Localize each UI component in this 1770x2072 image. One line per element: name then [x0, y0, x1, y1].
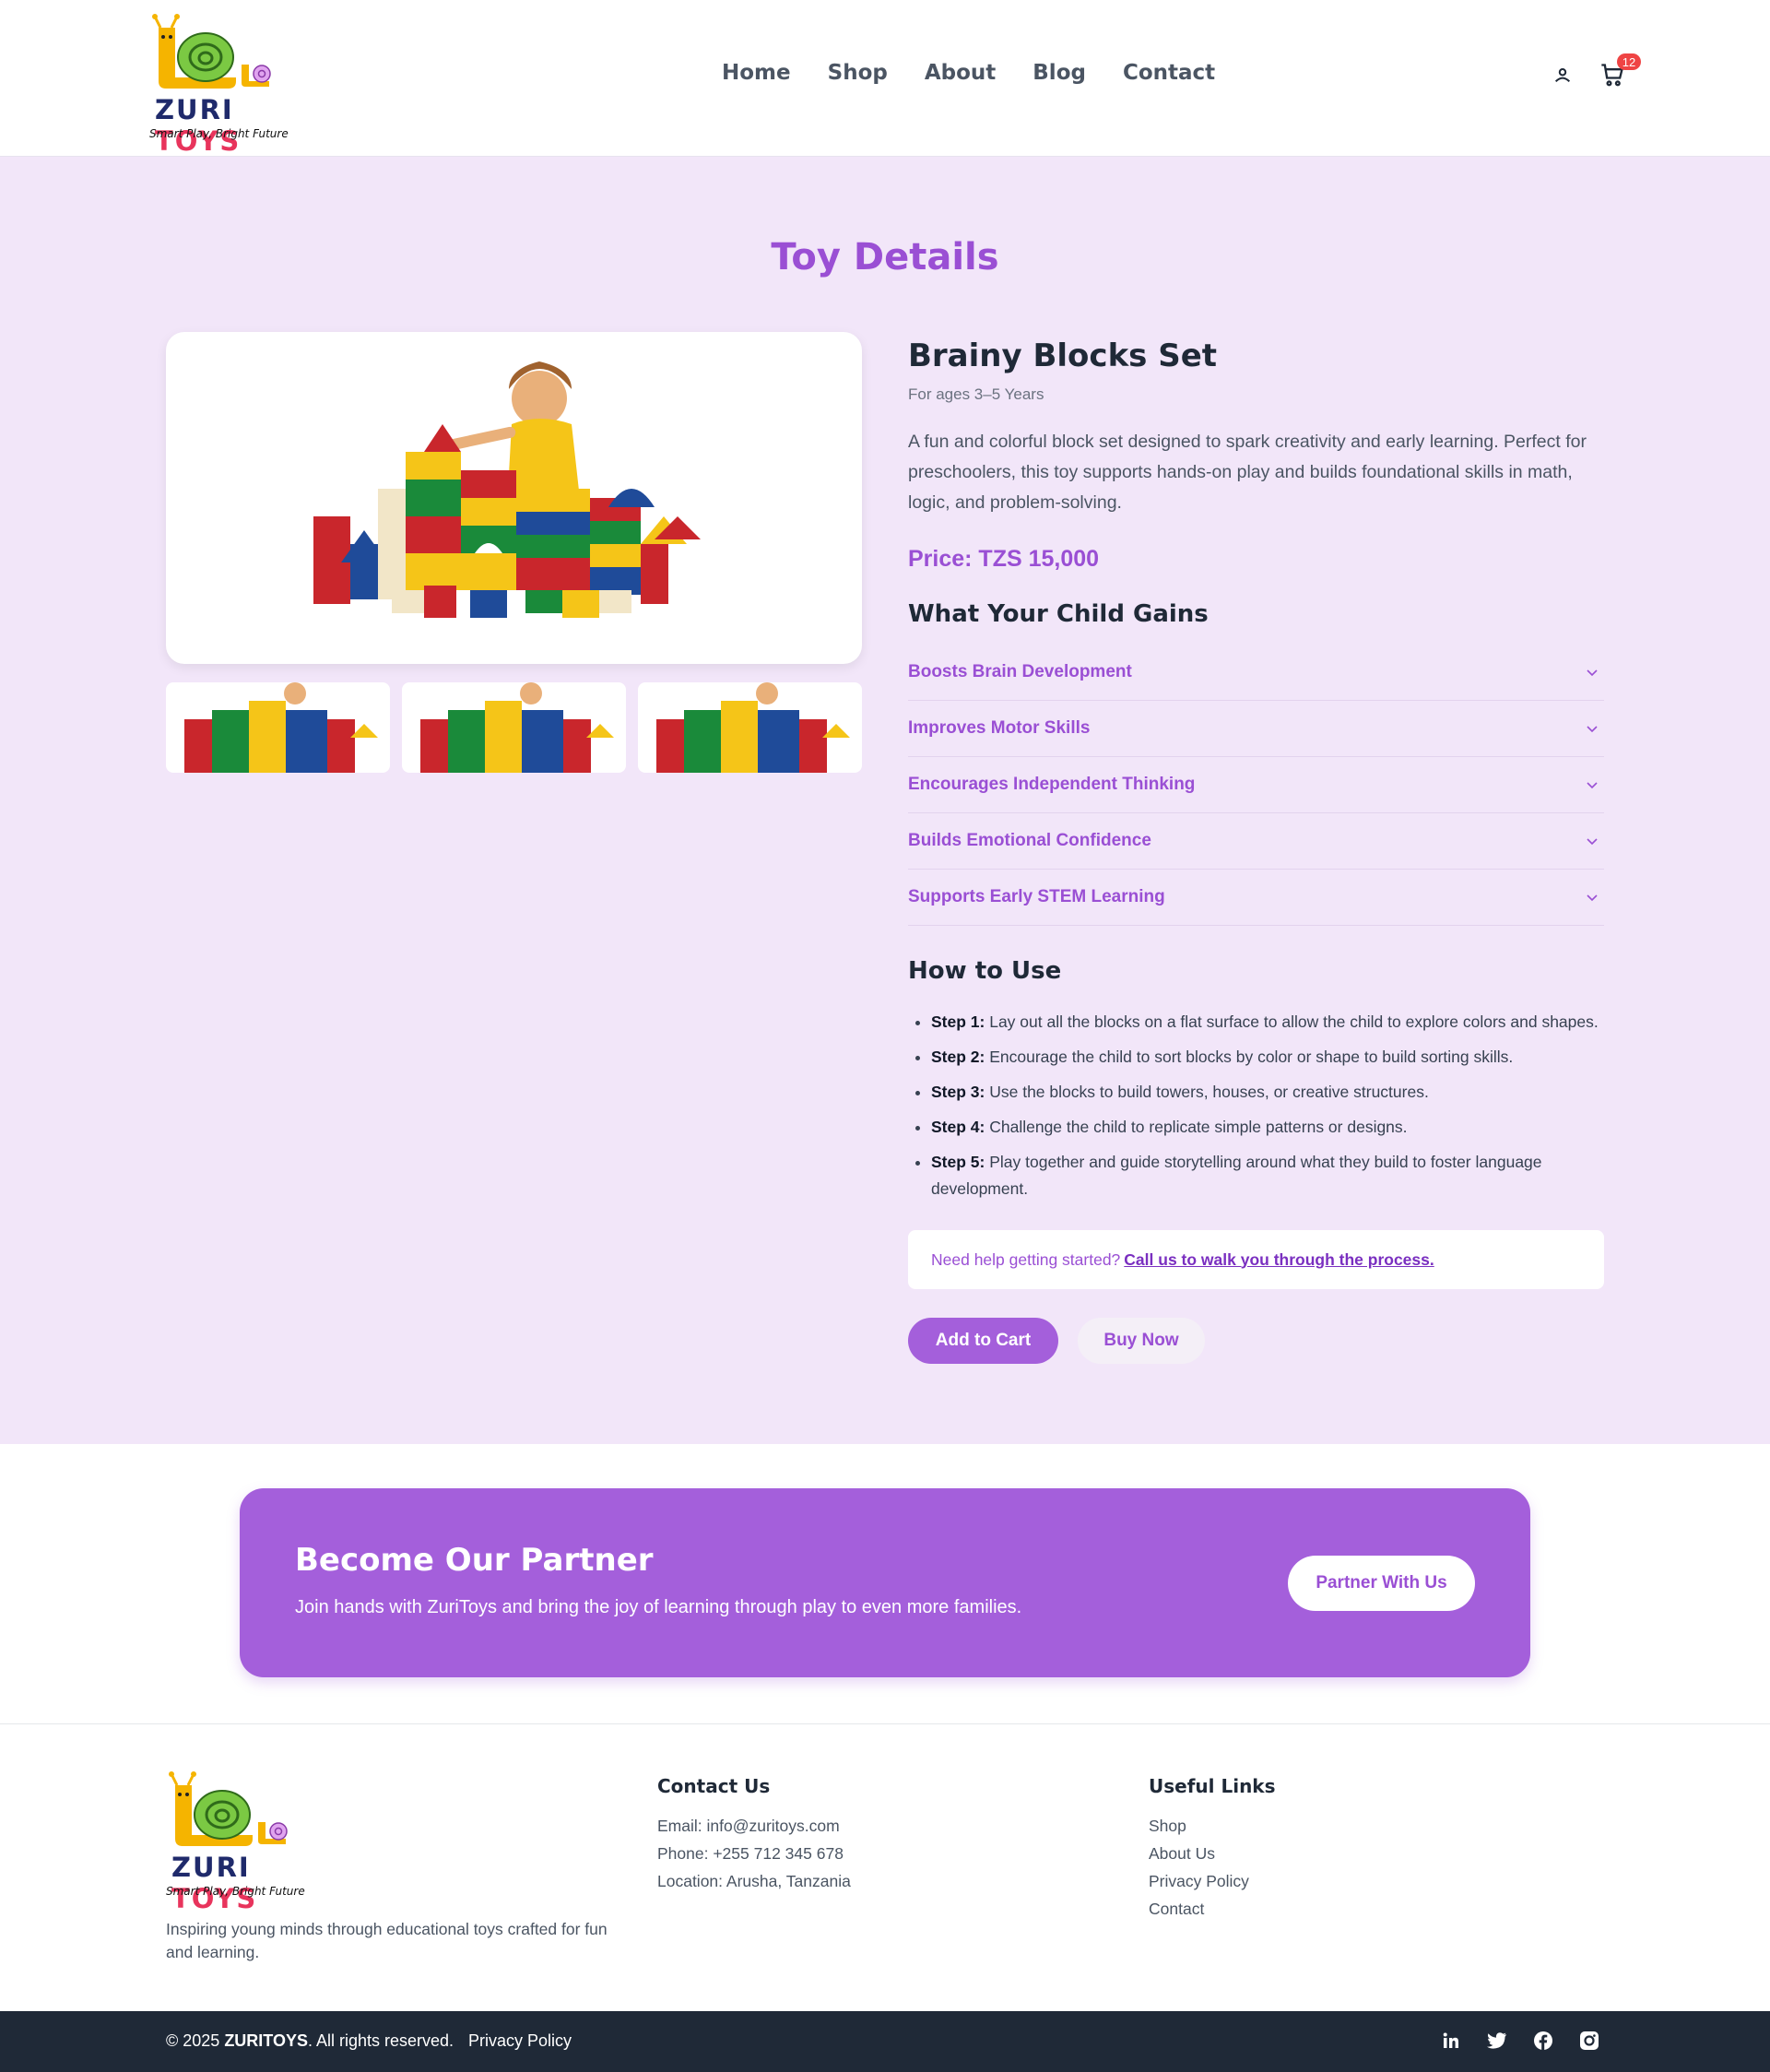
- footer-location: Location: Arusha, Tanzania: [657, 1872, 851, 1890]
- product-ages: For ages 3–5 Years: [908, 385, 1044, 403]
- accordion-item[interactable]: Encourages Independent Thinking: [908, 757, 1604, 813]
- partner-heading: Become Our Partner: [295, 1542, 654, 1579]
- brand-logo[interactable]: ZURI TOYS Smart Play, Bright Future: [148, 13, 293, 157]
- snail-logo-icon: [152, 14, 271, 89]
- list-item: Step 3: Use the blocks to build towers, …: [931, 1079, 1604, 1106]
- nav-blog[interactable]: Blog: [1032, 61, 1086, 85]
- chevron-down-icon: [1587, 838, 1598, 846]
- social-links: [1440, 2030, 1600, 2052]
- product-name: Brainy Blocks Set: [908, 337, 1218, 374]
- footer-contact-heading: Contact Us: [657, 1775, 771, 1797]
- accordion-item-label: Builds Emotional Confidence: [908, 831, 1151, 850]
- help-call-link[interactable]: Call us to walk you through the process.: [1124, 1250, 1434, 1270]
- instagram-icon[interactable]: [1578, 2030, 1600, 2052]
- accordion-item[interactable]: Improves Motor Skills: [908, 701, 1604, 757]
- buy-now-button[interactable]: Buy Now: [1078, 1318, 1205, 1364]
- site-footer: ZURI TOYS Smart Play, Bright Future Insp…: [0, 1723, 1770, 2011]
- header-actions: 12: [1549, 53, 1641, 89]
- linkedin-icon[interactable]: [1440, 2030, 1462, 2052]
- gains-accordion: Boosts Brain Development Improves Motor …: [908, 645, 1604, 926]
- chevron-down-icon: [1587, 726, 1598, 733]
- brand-tagline: Smart Play, Bright Future: [149, 127, 289, 140]
- partner-text: Join hands with ZuriToys and bring the j…: [295, 1597, 1022, 1617]
- site-header: ZURI TOYS Smart Play, Bright Future Home…: [0, 0, 1770, 157]
- bottom-privacy-link[interactable]: Privacy Policy: [468, 2031, 572, 2051]
- accordion-item-label: Supports Early STEM Learning: [908, 887, 1165, 906]
- accordion-item[interactable]: Supports Early STEM Learning: [908, 870, 1604, 926]
- nav-about[interactable]: About: [925, 61, 996, 85]
- help-text: Need help getting started?: [931, 1249, 1121, 1269]
- chevron-down-icon: [1587, 669, 1598, 677]
- nav-shop[interactable]: Shop: [828, 61, 888, 85]
- help-box: Need help getting started? Call us to wa…: [908, 1230, 1604, 1289]
- product-section: Toy Details Brainy Blocks Set For ages 3…: [0, 157, 1770, 1444]
- footer-link-contact[interactable]: Contact: [1149, 1895, 1276, 1923]
- accordion-item[interactable]: Boosts Brain Development: [908, 645, 1604, 701]
- list-item: Step 5: Play together and guide storytel…: [931, 1149, 1604, 1202]
- brand-wordmark: ZURI TOYS: [155, 94, 242, 157]
- howto-heading: How to Use: [908, 957, 1062, 985]
- product-details: Brainy Blocks Set For ages 3–5 Years A f…: [908, 332, 1604, 1364]
- footer-links-heading: Useful Links: [1149, 1775, 1276, 1797]
- add-to-cart-button[interactable]: Add to Cart: [908, 1318, 1058, 1364]
- list-item: Step 4: Challenge the child to replicate…: [931, 1114, 1604, 1141]
- nav-home[interactable]: Home: [722, 61, 791, 85]
- footer-about: Inspiring young minds through educationa…: [166, 1920, 608, 1961]
- footer-link-shop[interactable]: Shop: [1149, 1812, 1276, 1840]
- footer-logo[interactable]: ZURI TOYS Smart Play, Bright Future: [164, 1770, 310, 1914]
- chevron-down-icon: [1587, 894, 1598, 902]
- facebook-icon[interactable]: [1532, 2030, 1554, 2052]
- purchase-actions: Add to Cart Buy Now: [908, 1318, 1604, 1364]
- accordion-item-label: Improves Motor Skills: [908, 718, 1091, 738]
- page-title: Toy Details: [771, 236, 999, 278]
- user-icon[interactable]: [1549, 61, 1576, 89]
- chevron-down-icon: [1587, 782, 1598, 789]
- thumbnail-1[interactable]: [166, 682, 390, 773]
- product-price: Price: TZS 15,000: [908, 546, 1100, 572]
- footer-links: Useful Links Shop About Us Privacy Polic…: [1149, 1775, 1276, 1923]
- footer-email: Email: info@zuritoys.com: [657, 1817, 840, 1835]
- accordion-item[interactable]: Builds Emotional Confidence: [908, 813, 1604, 870]
- copyright: © 2025 ZURITOYS. All rights reserved.: [166, 2031, 454, 2050]
- thumbnail-3[interactable]: [638, 682, 862, 773]
- thumbnail-2[interactable]: [402, 682, 626, 773]
- footer-contact: Contact Us Email: info@zuritoys.com Phon…: [657, 1775, 851, 1895]
- gains-heading: What Your Child Gains: [908, 600, 1209, 628]
- blocks-photo: [313, 361, 701, 618]
- cart-count-badge: 12: [1617, 53, 1641, 70]
- product-description: A fun and colorful block set designed to…: [908, 432, 1587, 513]
- list-item: Step 2: Encourage the child to sort bloc…: [931, 1044, 1604, 1071]
- footer-phone: Phone: +255 712 345 678: [657, 1844, 844, 1863]
- accordion-item-label: Encourages Independent Thinking: [908, 775, 1196, 794]
- brand-tagline: Smart Play, Bright Future: [166, 1885, 305, 1898]
- main-nav: Home Shop About Blog Contact: [722, 61, 1215, 85]
- snail-logo-icon: [169, 1771, 288, 1846]
- partner-banner: Become Our Partner Join hands with ZuriT…: [240, 1488, 1530, 1677]
- partner-with-us-button[interactable]: Partner With Us: [1288, 1556, 1475, 1611]
- twitter-icon[interactable]: [1486, 2030, 1508, 2052]
- product-main-image: [166, 332, 862, 664]
- footer-link-privacy[interactable]: Privacy Policy: [1149, 1867, 1276, 1895]
- list-item: Step 1: Lay out all the blocks on a flat…: [931, 1009, 1604, 1036]
- brand-wordmark: ZURI TOYS: [171, 1852, 258, 1914]
- footer-link-about[interactable]: About Us: [1149, 1840, 1276, 1867]
- thumbnail-strip: [166, 682, 862, 773]
- accordion-item-label: Boosts Brain Development: [908, 662, 1132, 681]
- howto-steps: Step 1: Lay out all the blocks on a flat…: [908, 1009, 1604, 1202]
- cart-button[interactable]: 12: [1599, 53, 1641, 89]
- footer-bottom-bar: © 2025 ZURITOYS. All rights reserved. Pr…: [0, 2011, 1770, 2072]
- nav-contact[interactable]: Contact: [1123, 61, 1215, 85]
